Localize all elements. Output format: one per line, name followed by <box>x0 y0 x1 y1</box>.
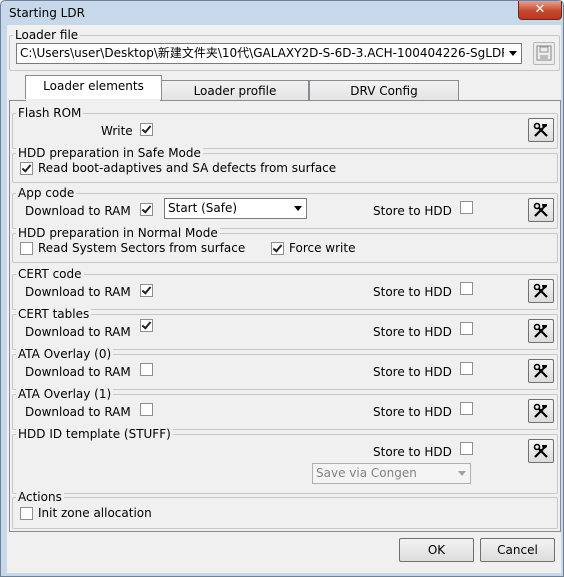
read-system-sectors-checkbox[interactable] <box>20 242 33 255</box>
app-code-tools-button[interactable] <box>528 198 554 222</box>
hdd-id-group <box>12 434 558 494</box>
tab-label: Loader elements <box>43 79 144 93</box>
ata1-store-label: Store to HDD <box>373 405 452 419</box>
ata0-store-label: Store to HDD <box>373 365 452 379</box>
cert-tables-tools-button[interactable] <box>528 319 554 343</box>
hdd-safe-title: HDD preparation in Safe Mode <box>16 146 203 160</box>
app-start-select[interactable]: Start (Safe) <box>164 198 307 219</box>
tools-icon <box>533 202 548 217</box>
dialog-client: Loader file C:\Users\user\Desktop\新建文件夹\… <box>7 25 561 573</box>
title-bar: Starting LDR ✕ <box>1 1 563 25</box>
cert-tables-download-checkbox[interactable] <box>140 319 153 332</box>
ata-overlay-0-tools-button[interactable] <box>528 359 554 383</box>
ata0-download-checkbox[interactable] <box>140 363 153 376</box>
hdd-id-title: HDD ID template (STUFF) <box>16 427 173 441</box>
app-download-label: Download to RAM <box>25 204 131 218</box>
loader-file-title: Loader file <box>13 28 81 42</box>
tools-icon <box>533 363 548 378</box>
tab-loader-elements[interactable]: Loader elements <box>25 75 162 99</box>
tab-loader-profile[interactable]: Loader profile <box>161 80 309 101</box>
force-write-checkbox[interactable] <box>271 242 284 255</box>
hdd-id-store-label: Store to HDD <box>373 445 452 459</box>
tools-icon <box>533 122 548 137</box>
cert-code-download-checkbox[interactable] <box>140 284 153 297</box>
cert-tables-store-checkbox[interactable] <box>460 322 473 335</box>
force-write-label: Force write <box>289 241 356 255</box>
cert-code-title: CERT code <box>16 267 84 281</box>
save-via-select[interactable]: Save via Congen <box>312 463 471 484</box>
tools-icon <box>533 283 548 298</box>
app-start-value: Start (Safe) <box>168 201 238 215</box>
tab-label: Loader profile <box>193 84 277 98</box>
cert-tables-title: CERT tables <box>16 307 92 321</box>
floppy-icon <box>536 45 552 61</box>
chevron-down-icon[interactable] <box>290 199 306 218</box>
ata-overlay-1-title: ATA Overlay (1) <box>16 387 114 401</box>
read-system-sectors-label: Read System Sectors from surface <box>38 241 246 255</box>
loader-file-path: C:\Users\user\Desktop\新建文件夹\10代\GALAXY2D… <box>20 46 504 60</box>
ok-button[interactable]: OK <box>399 538 474 562</box>
init-zone-label: Init zone allocation <box>38 506 152 520</box>
ata-overlay-0-title: ATA Overlay (0) <box>16 347 114 361</box>
ata0-download-label: Download to RAM <box>25 365 131 379</box>
write-label: Write <box>101 124 133 138</box>
cert-tables-download-label: Download to RAM <box>25 325 131 339</box>
app-store-label: Store to HDD <box>373 204 452 218</box>
hdd-normal-title: HDD preparation in Normal Mode <box>16 226 220 240</box>
ata-overlay-1-tools-button[interactable] <box>528 399 554 423</box>
cert-code-tools-button[interactable] <box>528 279 554 303</box>
window-title: Starting LDR <box>9 6 85 20</box>
chevron-down-icon[interactable] <box>454 464 470 483</box>
app-store-checkbox[interactable] <box>460 201 473 214</box>
cert-code-store-label: Store to HDD <box>373 285 452 299</box>
save-via-value: Save via Congen <box>316 466 417 480</box>
tools-icon <box>533 323 548 338</box>
tab-label: DRV Config <box>350 84 418 98</box>
cert-tables-store-label: Store to HDD <box>373 325 452 339</box>
cert-code-store-checkbox[interactable] <box>460 282 473 295</box>
flash-rom-title: Flash ROM <box>16 106 84 120</box>
ata1-download-label: Download to RAM <box>25 405 131 419</box>
flash-rom-tools-button[interactable] <box>528 118 554 142</box>
ok-label: OK <box>427 543 446 557</box>
close-icon: ✕ <box>534 2 546 17</box>
tools-icon <box>533 403 548 418</box>
hdd-id-store-checkbox[interactable] <box>460 442 473 455</box>
cert-code-download-label: Download to RAM <box>25 285 131 299</box>
tab-join <box>26 100 160 101</box>
read-boot-adaptives-checkbox[interactable] <box>20 162 33 175</box>
close-button[interactable]: ✕ <box>518 1 562 20</box>
save-loader-button[interactable] <box>533 42 555 65</box>
read-boot-adaptives-label: Read boot-adaptives and SA defects from … <box>38 161 337 175</box>
tools-icon <box>533 443 548 458</box>
ata1-download-checkbox[interactable] <box>140 403 153 416</box>
chevron-down-icon[interactable] <box>505 44 521 63</box>
write-checkbox[interactable] <box>140 123 153 136</box>
loader-file-select[interactable]: C:\Users\user\Desktop\新建文件夹\10代\GALAXY2D… <box>16 43 522 64</box>
tab-drv-config[interactable]: DRV Config <box>309 80 459 101</box>
ata0-store-checkbox[interactable] <box>460 362 473 375</box>
hdd-id-tools-button[interactable] <box>528 439 554 463</box>
flash-rom-group <box>12 113 558 149</box>
cancel-label: Cancel <box>497 543 538 557</box>
actions-title: Actions <box>16 490 64 504</box>
ata1-store-checkbox[interactable] <box>460 402 473 415</box>
cancel-button[interactable]: Cancel <box>480 538 555 562</box>
app-code-title: App code <box>16 186 77 200</box>
app-download-checkbox[interactable] <box>140 203 153 216</box>
init-zone-checkbox[interactable] <box>20 507 33 520</box>
